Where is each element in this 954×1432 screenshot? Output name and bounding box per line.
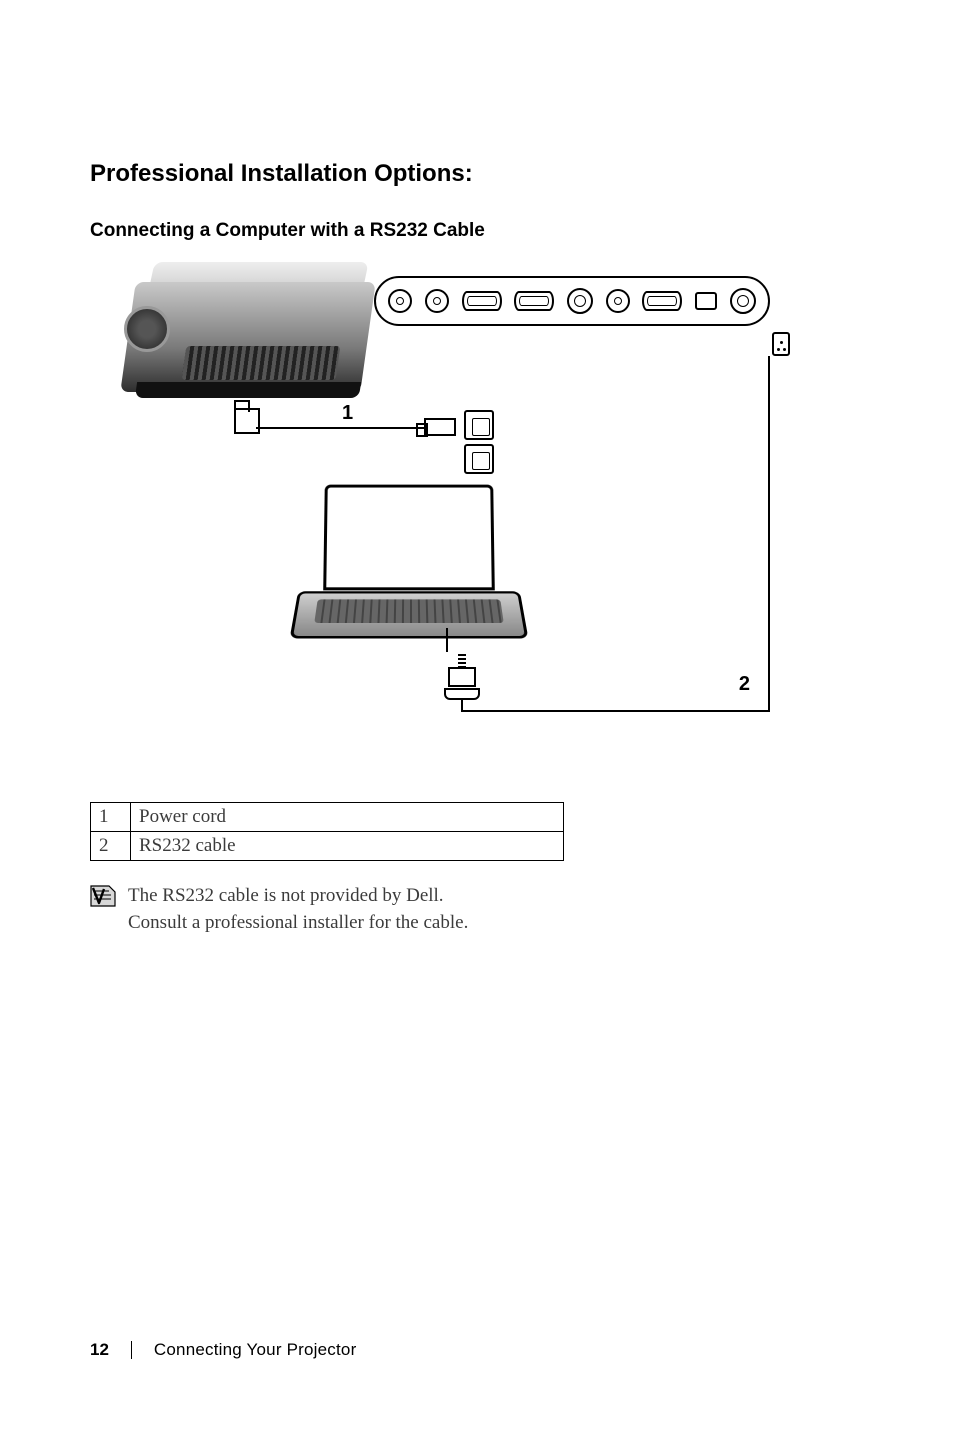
laptop-keyboard (314, 599, 504, 623)
laptop-screen (323, 485, 495, 591)
subsection-heading: Connecting a Computer with a RS232 Cable (90, 220, 864, 242)
wall-outlet-icon (464, 444, 494, 474)
footer-separator (131, 1341, 132, 1359)
laptop-illustration (294, 484, 524, 654)
legend-name: Power cord (131, 803, 564, 832)
legend-number: 2 (91, 832, 131, 861)
port-rs232-icon (642, 291, 682, 311)
rs232-cable-segment (768, 356, 770, 712)
port-bnc-icon (567, 288, 593, 314)
port-audio-icon (388, 289, 412, 313)
note-line-2: Consult a professional installer for the… (128, 912, 468, 933)
power-cord-line (256, 427, 426, 429)
port-audio-icon (425, 289, 449, 313)
page-number: 12 (90, 1340, 109, 1360)
table-row: 2 RS232 cable (91, 832, 564, 861)
note-line-1: The RS232 cable is not provided by Dell. (128, 885, 444, 906)
rs232-cable-segment (446, 628, 448, 652)
legend-number: 1 (91, 803, 131, 832)
table-row: 1 Power cord (91, 803, 564, 832)
page-footer: 12 Connecting Your Projector (90, 1340, 356, 1360)
power-inlet-icon (772, 332, 790, 356)
rs232-connector-icon (444, 652, 480, 700)
connection-diagram: 1 2 (128, 252, 864, 722)
port-usb-icon (695, 292, 717, 310)
note-block: The RS232 cable is not provided by Dell.… (90, 883, 864, 936)
note-icon (90, 885, 116, 907)
wall-outlet-icon (464, 410, 494, 440)
projector-base (135, 382, 361, 398)
projector-vent (182, 346, 341, 380)
rs232-cable-segment (462, 710, 768, 712)
callout-label-1: 1 (342, 402, 353, 425)
parts-legend-table: 1 Power cord 2 RS232 cable (90, 802, 564, 861)
footer-section-title: Connecting Your Projector (154, 1340, 357, 1360)
projector-terminal (234, 408, 260, 434)
port-svideo-icon (606, 289, 630, 313)
projector-lens (124, 306, 170, 352)
legend-name: RS232 cable (131, 832, 564, 861)
projector-port-panel (374, 276, 770, 326)
port-video-icon (730, 288, 756, 314)
port-vga-icon (462, 291, 502, 311)
callout-label-2: 2 (739, 673, 750, 696)
section-heading: Professional Installation Options: (90, 160, 864, 188)
port-vga-icon (514, 291, 554, 311)
power-plug-icon (424, 418, 456, 436)
